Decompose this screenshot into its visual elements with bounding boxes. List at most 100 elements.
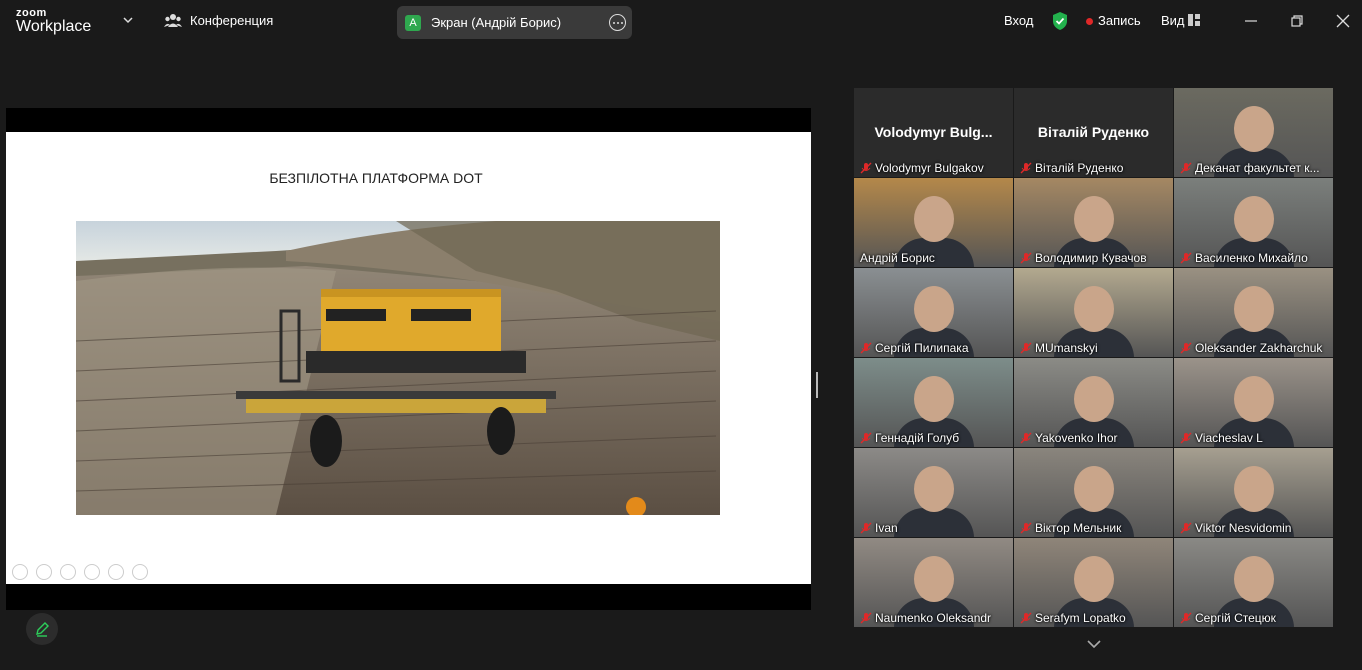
participant-tile[interactable]: Volodymyr Bulg... Volodymyr Bulgakov — [854, 88, 1013, 177]
participant-name: Viacheslav L — [1195, 431, 1263, 445]
participant-tile[interactable]: MUmanskyi — [1014, 268, 1173, 357]
participant-tile[interactable]: Naumenko Oleksandr — [854, 538, 1013, 627]
participant-name: Naumenko Oleksandr — [875, 611, 992, 625]
mic-muted-icon — [1020, 162, 1032, 174]
participant-name: MUmanskyi — [1035, 341, 1098, 355]
participant-name-label: Viacheslav L — [1180, 431, 1263, 445]
participant-tile[interactable]: Володимир Кувачов — [1014, 178, 1173, 267]
participant-silhouette — [914, 556, 954, 602]
participant-silhouette — [1234, 466, 1274, 512]
participant-name-label: Віктор Мельник — [1020, 521, 1121, 535]
chevron-down-icon[interactable] — [122, 14, 134, 26]
participant-display-name: Віталій Руденко — [1037, 124, 1150, 140]
next-slide-icon[interactable] — [36, 564, 52, 580]
participant-silhouette — [1074, 556, 1114, 602]
participant-body — [894, 508, 974, 537]
mic-muted-icon — [1180, 612, 1192, 624]
participant-name: Yakovenko Ihor — [1035, 431, 1118, 445]
logo-line2: Workplace — [16, 18, 92, 35]
record-button[interactable]: Запись — [1086, 13, 1141, 28]
participant-name-label: Viktor Nesvidomin — [1180, 521, 1291, 535]
minimize-icon[interactable] — [1242, 12, 1260, 30]
view-label: Вид — [1161, 13, 1185, 28]
mic-muted-icon — [1180, 342, 1192, 354]
participant-tile[interactable]: Oleksander Zakharchuk — [1174, 268, 1333, 357]
zoom-icon[interactable] — [108, 564, 124, 580]
slide-photo — [76, 221, 720, 515]
participant-name: Віталій Руденко — [1035, 161, 1124, 175]
participant-name: Сергій Стецюк — [1195, 611, 1276, 625]
participant-tile[interactable]: Василенко Михайло — [1174, 178, 1333, 267]
mic-muted-icon — [860, 522, 872, 534]
participant-silhouette — [1074, 376, 1114, 422]
mic-muted-icon — [1020, 432, 1032, 444]
participant-display-name: Volodymyr Bulg... — [874, 124, 993, 140]
participant-name-label: Сергій Пилипака — [860, 341, 969, 355]
participant-name-label: Василенко Михайло — [1180, 251, 1308, 265]
prev-slide-icon[interactable] — [12, 564, 28, 580]
participant-name: Василенко Михайло — [1195, 251, 1308, 265]
participant-tile[interactable]: Yakovenko Ihor — [1014, 358, 1173, 447]
participant-silhouette — [914, 376, 954, 422]
view-button[interactable]: Вид — [1161, 13, 1185, 28]
screen-share-indicator[interactable]: A Экран (Андрій Борис) — [397, 6, 632, 39]
participant-tile[interactable]: Деканат факультет к... — [1174, 88, 1333, 177]
participant-tile[interactable]: Сергій Пилипака — [854, 268, 1013, 357]
participant-silhouette — [1234, 556, 1274, 602]
mic-muted-icon — [1020, 342, 1032, 354]
participant-silhouette — [1074, 196, 1114, 242]
participant-name-label: MUmanskyi — [1020, 341, 1098, 355]
login-button[interactable]: Вход — [1004, 13, 1033, 28]
participant-name-label: Serafym Lopatko — [1020, 611, 1126, 625]
mic-muted-icon — [1020, 612, 1032, 624]
conference-button[interactable]: Конференция — [164, 12, 273, 28]
participant-name: Serafym Lopatko — [1035, 611, 1126, 625]
participant-name: Oleksander Zakharchuk — [1195, 341, 1323, 355]
mic-muted-icon — [860, 432, 872, 444]
participant-silhouette — [1234, 106, 1274, 152]
participant-name-label: Сергій Стецюк — [1180, 611, 1276, 625]
conference-label: Конференция — [190, 12, 274, 28]
pen-icon[interactable] — [60, 564, 76, 580]
participant-tile[interactable]: Геннадій Голуб — [854, 358, 1013, 447]
participant-name: Деканат факультет к... — [1195, 161, 1320, 175]
participant-tile[interactable]: Віталій Руденко Віталій Руденко — [1014, 88, 1173, 177]
mic-muted-icon — [1180, 522, 1192, 534]
participant-name-label: Ivan — [860, 521, 898, 535]
mic-muted-icon — [1020, 252, 1032, 264]
pencil-icon — [36, 622, 49, 637]
chevron-down-icon[interactable] — [1086, 638, 1102, 650]
zoom-logo: zoom Workplace — [16, 8, 91, 35]
participant-name: Володимир Кувачов — [1035, 251, 1147, 265]
sharer-avatar: A — [405, 14, 421, 31]
participant-name: Віктор Мельник — [1035, 521, 1122, 535]
participant-name: Андрій Борис — [860, 251, 935, 265]
resize-handle[interactable] — [816, 372, 818, 398]
participant-silhouette — [1074, 466, 1114, 512]
mic-muted-icon — [1180, 252, 1192, 264]
participant-tile[interactable]: Viktor Nesvidomin — [1174, 448, 1333, 537]
more-icon[interactable] — [132, 564, 148, 580]
participant-tile[interactable]: Андрій Борис — [854, 178, 1013, 267]
participant-tile[interactable]: Сергій Стецюк — [1174, 538, 1333, 627]
participant-tile[interactable]: Viacheslav L — [1174, 358, 1333, 447]
participant-tile[interactable]: Ivan — [854, 448, 1013, 537]
participant-name-label: Oleksander Zakharchuk — [1180, 341, 1322, 355]
participant-tile[interactable]: Serafym Lopatko — [1014, 538, 1173, 627]
participant-name-label: Віталій Руденко — [1020, 161, 1123, 175]
participant-name-label: Андрій Борис — [860, 251, 935, 265]
slides-icon[interactable] — [84, 564, 100, 580]
people-icon — [164, 14, 182, 27]
participant-name: Viktor Nesvidomin — [1195, 521, 1292, 535]
shield-check-icon[interactable] — [1051, 11, 1069, 31]
annotate-button[interactable] — [26, 613, 58, 645]
participant-gallery: Volodymyr Bulg... Volodymyr Bulgakov Вітал… — [854, 88, 1334, 628]
record-dot-icon — [1086, 18, 1093, 26]
more-options-icon[interactable] — [609, 14, 626, 31]
grid-view-icon[interactable] — [1188, 14, 1200, 26]
close-icon[interactable] — [1334, 12, 1352, 30]
participant-tile[interactable]: Віктор Мельник — [1014, 448, 1173, 537]
restore-icon[interactable] — [1288, 12, 1306, 30]
participant-silhouette — [914, 286, 954, 332]
seeder-photo-image — [76, 221, 720, 515]
